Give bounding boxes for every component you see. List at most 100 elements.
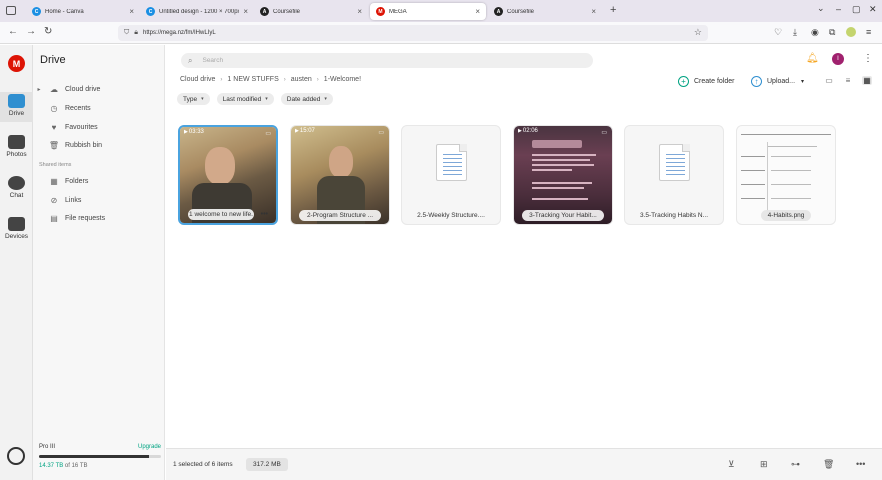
file-name: 1 welcome to new life. xyxy=(188,209,254,220)
downloads-icon[interactable]: ⤓ xyxy=(793,27,797,38)
new-tab-icon[interactable]: + xyxy=(610,4,616,16)
more-menu-icon[interactable]: ⋮ xyxy=(863,53,873,64)
address-bar[interactable]: ⛉ 🔒︎ https://mega.nz/fm/IHwLIyL ☆ xyxy=(118,25,708,41)
file-card[interactable]: ▶ 15:07 ▭ 2-Program Structure ... xyxy=(290,125,390,225)
storage-plan: Pro III Upgrade 14.37 TB of 16 TB xyxy=(39,444,161,469)
create-folder-button[interactable]: + Create folder xyxy=(678,74,734,88)
coursefile-favicon-icon: A xyxy=(260,7,269,16)
upgrade-link[interactable]: Upgrade xyxy=(138,444,161,450)
avatar[interactable]: I xyxy=(832,53,844,65)
selection-status-bar: 1 selected of 6 items 317.2 MB ⊻ ⊞ ⊶ 🗑︎ … xyxy=(166,448,882,480)
share-folder-icon[interactable]: ⊞ xyxy=(760,459,768,470)
sidebar-item-links[interactable]: ⊘ Links xyxy=(33,192,163,208)
mega-logo-icon[interactable]: M xyxy=(8,55,25,72)
filter-label: Date added xyxy=(286,95,321,103)
rail-item-devices[interactable]: Devices xyxy=(0,217,33,240)
sidebar-item-recents[interactable]: ◷ Recents xyxy=(33,100,163,116)
extensions-icon[interactable]: ⧉ xyxy=(829,27,835,38)
play-icon: ▶ xyxy=(184,129,188,135)
app-rail: M Drive Photos Chat Devices xyxy=(0,45,33,480)
reload-icon[interactable]: ↻ xyxy=(44,26,52,37)
filter-last-modified[interactable]: Last modified ▾ xyxy=(216,93,274,105)
file-card[interactable]: ▶ 03:33 ▭ 1 welcome to new life. ••• xyxy=(178,125,278,225)
media-view-icon[interactable]: ▭ xyxy=(824,76,834,85)
trash-icon[interactable]: 🗑︎ xyxy=(823,459,834,470)
file-card[interactable]: 3.5-Tracking Habits N... xyxy=(624,125,724,225)
rail-item-photos[interactable]: Photos xyxy=(0,135,33,158)
pocket-icon[interactable]: ♡ xyxy=(774,27,782,38)
breadcrumb-chevron-icon: › xyxy=(220,76,223,83)
canva-favicon-icon: C xyxy=(146,7,155,16)
bookmark-star-icon[interactable]: ☆ xyxy=(694,27,702,38)
forward-icon[interactable]: → xyxy=(26,26,36,37)
filter-date-added[interactable]: Date added ▾ xyxy=(280,93,333,105)
sidebar-item-cloud-drive[interactable]: ▸ ☁ Cloud drive xyxy=(33,81,163,97)
more-actions-icon[interactable]: ••• xyxy=(856,459,865,469)
sidebar-item-rubbish-bin[interactable]: 🗑︎ Rubbish bin xyxy=(33,137,163,153)
sidebar-item-label: Rubbish bin xyxy=(65,141,102,149)
browser-tab-coursefile[interactable]: A Coursefile × xyxy=(254,3,368,20)
coursefile-favicon-icon: A xyxy=(494,7,503,16)
upload-button[interactable]: ↑ Upload... ▾ xyxy=(751,74,804,88)
close-tab-icon[interactable]: × xyxy=(243,7,248,16)
list-all-tabs-icon[interactable]: ⌄ xyxy=(817,3,825,14)
lock-icon[interactable]: 🔒︎ xyxy=(134,29,138,37)
shield-icon[interactable]: ⛉ xyxy=(124,29,129,37)
close-tab-icon[interactable]: × xyxy=(129,7,134,16)
close-tab-icon[interactable]: × xyxy=(475,7,480,16)
menu-icon[interactable]: ≡ xyxy=(866,27,871,37)
selection-count: 1 selected of 6 items xyxy=(173,461,233,468)
file-card[interactable]: ▶ 02:06 ▭ 3-Tracking Your Habit... xyxy=(513,125,613,225)
search-input[interactable]: ⌕ Search xyxy=(181,53,593,68)
more-options-icon[interactable]: ••• xyxy=(261,211,268,218)
mega-favicon-icon: M xyxy=(376,7,385,16)
breadcrumb-item[interactable]: Cloud drive xyxy=(180,76,215,83)
browser-tab-canva-design[interactable]: C Untitled design - 1200 × 700px × xyxy=(140,3,254,20)
sidebar-item-label: Links xyxy=(65,196,82,204)
rail-item-chat[interactable]: Chat xyxy=(0,176,33,199)
minimize-icon[interactable]: – xyxy=(836,4,841,14)
grid-view-icon[interactable]: ▦ xyxy=(862,76,872,85)
tab-overview-icon[interactable] xyxy=(6,6,16,15)
video-duration: ▶ 02:06 xyxy=(518,128,538,134)
browser-tab-canva-home[interactable]: C Home - Canva × xyxy=(26,3,140,20)
cloud-icon: ☁ xyxy=(50,84,58,94)
sidebar-title: Drive xyxy=(40,54,66,66)
breadcrumb-item[interactable]: austen xyxy=(291,76,312,83)
account-icon[interactable]: ◉ xyxy=(811,27,819,38)
shared-items-heading: Shared items xyxy=(39,162,72,168)
close-tab-icon[interactable]: × xyxy=(357,7,362,16)
rail-item-drive[interactable]: Drive xyxy=(0,92,33,122)
close-tab-icon[interactable]: × xyxy=(591,7,596,16)
settings-icon[interactable] xyxy=(7,447,25,465)
browser-tab-mega[interactable]: M MEGA × xyxy=(370,3,486,20)
url-text: https://mega.nz/fm/IHwLIyL xyxy=(142,30,216,36)
list-view-icon[interactable]: ≡ xyxy=(843,76,853,85)
plus-circle-icon: + xyxy=(678,75,689,87)
breadcrumb-item[interactable]: 1 NEW STUFFS xyxy=(227,76,278,83)
link-icon[interactable]: ⊶ xyxy=(791,459,800,470)
back-icon[interactable]: ← xyxy=(8,26,18,37)
storage-usage-text: 14.37 TB of 16 TB xyxy=(39,463,161,469)
notifications-bell-icon[interactable]: 🔔︎ xyxy=(806,53,819,64)
expand-caret-icon[interactable]: ▸ xyxy=(33,86,45,93)
sidebar-item-favourites[interactable]: ♥ Favourites xyxy=(33,119,163,135)
rail-label: Drive xyxy=(8,110,25,117)
chat-icon xyxy=(8,176,25,190)
photos-icon xyxy=(8,135,25,149)
canva-favicon-icon: C xyxy=(32,7,41,16)
subtitles-icon: ▭ xyxy=(601,130,607,136)
sidebar-item-shared-folders[interactable]: ▦ Folders xyxy=(33,173,163,189)
file-card[interactable]: 2.5-Weekly Structure.... xyxy=(401,125,501,225)
maximize-icon[interactable]: ▢ xyxy=(852,4,861,15)
download-icon[interactable]: ⊻ xyxy=(728,459,735,470)
file-card[interactable]: 4-Habits.png xyxy=(736,125,836,225)
filter-bar: Type ▾ Last modified ▾ Date added ▾ xyxy=(177,93,333,105)
sidebar-item-file-requests[interactable]: ▤ File requests xyxy=(33,210,163,226)
breadcrumb-chevron-icon: › xyxy=(316,76,319,83)
extension-avatar-icon[interactable] xyxy=(846,27,856,37)
window-close-icon[interactable]: ✕ xyxy=(869,4,877,15)
browser-tab-coursefile-2[interactable]: A Coursefile × xyxy=(488,3,602,20)
file-name: 3.5-Tracking Habits N... xyxy=(639,212,709,219)
filter-type[interactable]: Type ▾ xyxy=(177,93,210,105)
